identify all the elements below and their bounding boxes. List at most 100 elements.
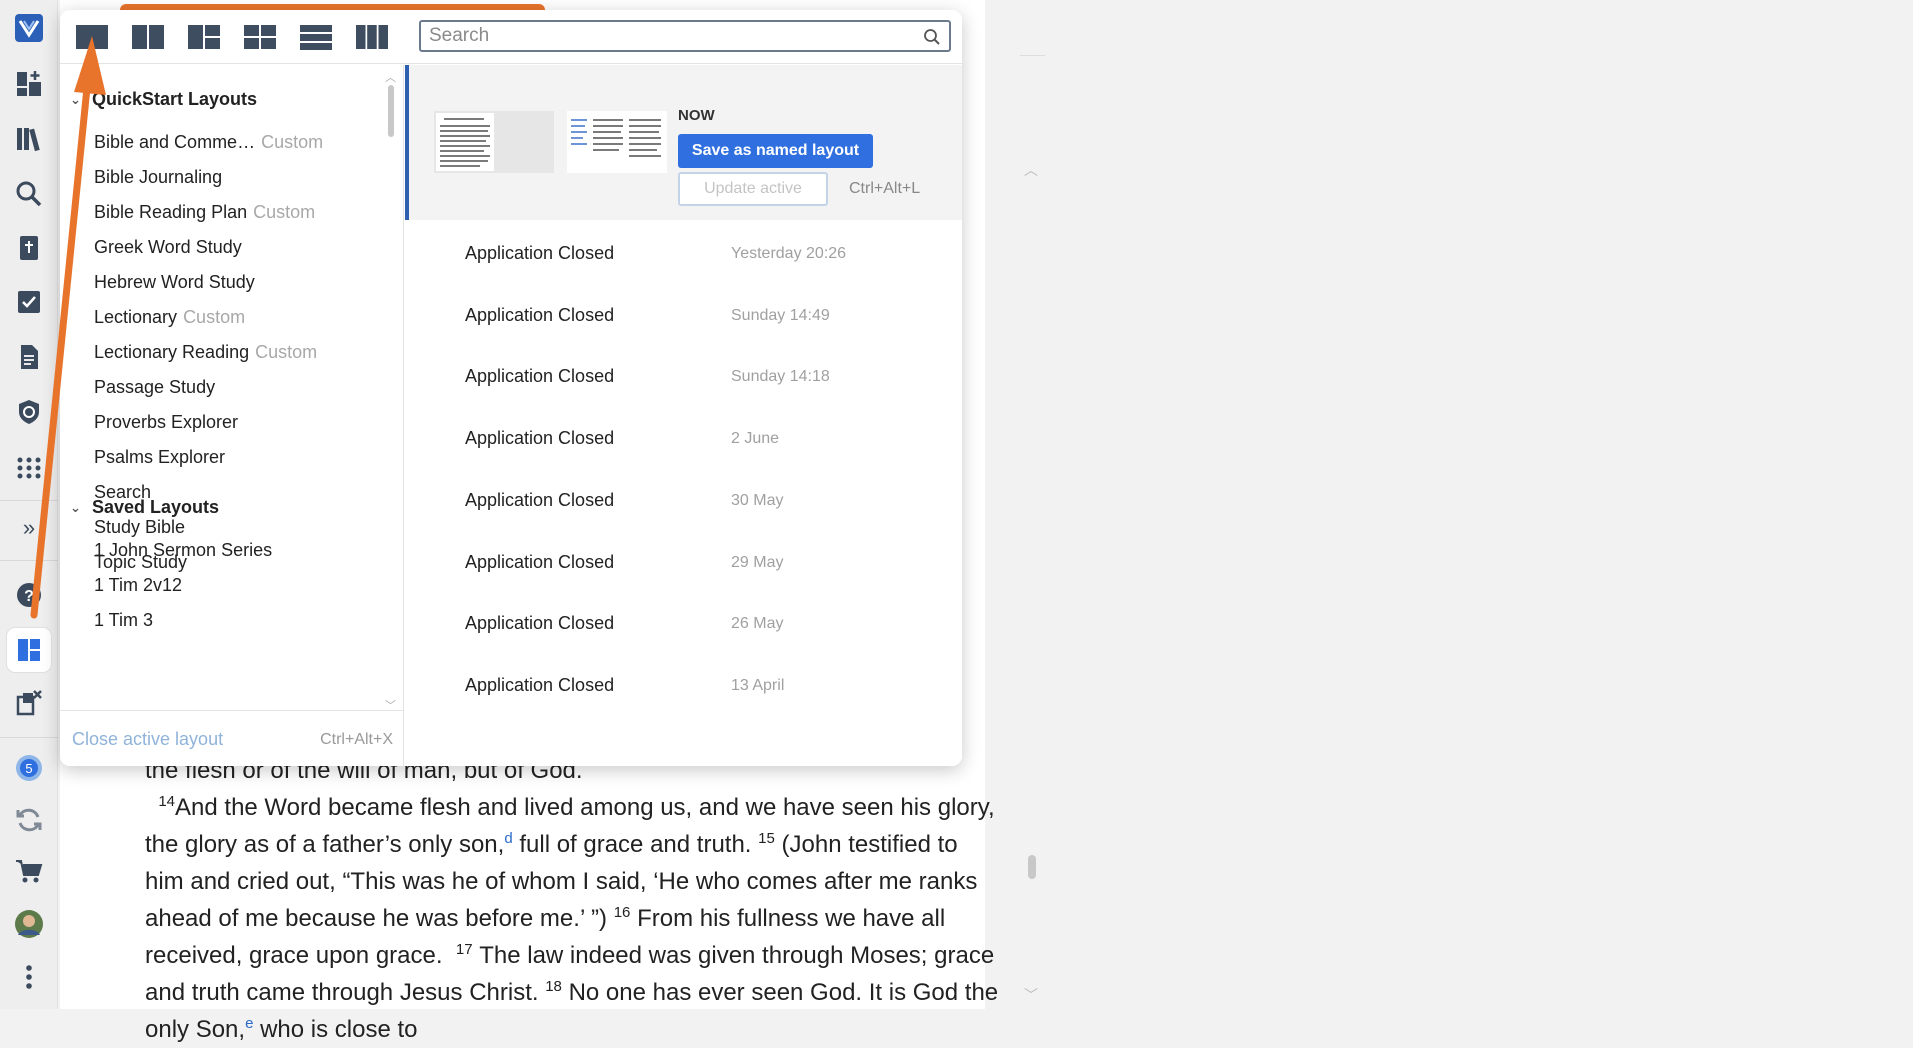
custom-tag: Custom (183, 307, 246, 327)
footnote-marker[interactable]: e (245, 1015, 253, 1032)
checklist-icon[interactable] (9, 282, 49, 322)
three-column-layout-icon[interactable] (353, 22, 391, 52)
layout-item[interactable]: Proverbs Explorer (94, 412, 238, 433)
history-row[interactable]: Application Closed Sunday 14:18 (405, 351, 962, 401)
four-panel-layout-icon[interactable] (241, 22, 279, 52)
cart-icon[interactable] (9, 851, 49, 891)
close-windows-icon[interactable] (9, 683, 49, 723)
history-time: Sunday 14:18 (731, 368, 830, 386)
three-panel-layout-icon[interactable] (185, 22, 223, 52)
svg-text:?: ? (24, 588, 34, 605)
update-shortcut: Ctrl+Alt+L (849, 180, 921, 197)
history-row[interactable]: Application Closed 13 April (405, 660, 962, 710)
verse-number: 18 (545, 978, 562, 995)
chevron-down-icon: ⌄ (70, 91, 81, 107)
layout-item[interactable]: Psalms Explorer (94, 447, 225, 468)
layout-item[interactable]: Bible Journaling (94, 167, 222, 188)
history-time: 29 May (731, 553, 784, 571)
search-input[interactable] (429, 25, 909, 47)
layout-item[interactable]: Greek Word Study (94, 237, 242, 258)
now-layout-row: NOW Save as named layout Update active C… (405, 65, 962, 220)
quickstart-group-header[interactable]: ⌄ QuickStart Layouts (70, 89, 257, 110)
layout-search (419, 20, 951, 52)
chevron-down-icon: ⌄ (70, 499, 81, 515)
custom-tag: Custom (253, 202, 316, 222)
single-panel-layout-icon[interactable] (73, 22, 111, 52)
layout-item[interactable]: Passage Study (94, 377, 215, 398)
layout-thumbnail (567, 111, 667, 173)
badge-icon[interactable]: 5 (9, 748, 49, 788)
group-title: Saved Layouts (92, 497, 220, 517)
footnote-marker[interactable]: d (504, 830, 512, 847)
scroll-down-icon[interactable]: ﹀ (385, 697, 396, 710)
history-time: 26 May (731, 615, 784, 633)
layout-thumbnail (434, 111, 554, 173)
expand-sidebar-icon[interactable]: » (9, 508, 49, 548)
update-active-button[interactable]: Update active (678, 172, 828, 206)
history-row[interactable]: Application Closed 29 May (405, 537, 962, 587)
scroll-up-icon[interactable]: ︿ (1024, 160, 1038, 180)
appbar-divider (0, 560, 58, 561)
history-time: 30 May (731, 491, 784, 509)
saved-group-header[interactable]: ⌄ Saved Layouts (70, 497, 219, 518)
appbar-divider (0, 500, 58, 501)
document-icon[interactable] (9, 337, 49, 377)
layout-item-label: Lectionary (94, 307, 178, 327)
logos-logo-icon[interactable] (9, 8, 49, 48)
saved-layout-item[interactable]: 1 Tim 2v12 (94, 575, 182, 596)
layout-list-footer: Close active layout Ctrl+Alt+X (60, 710, 404, 766)
library-icon[interactable] (9, 119, 49, 159)
saved-layout-item[interactable]: 1 John Sermon Series (94, 540, 272, 561)
history-row[interactable]: Application Closed 30 May (405, 475, 962, 525)
layout-item[interactable]: Bible Reading Plan Custom (94, 202, 315, 223)
document-scrollbar[interactable] (1028, 855, 1036, 879)
history-name: Application Closed (465, 613, 615, 634)
layout-toolbar (60, 10, 962, 64)
layout-item[interactable]: Bible and Comme… Custom (94, 132, 323, 153)
layout-item[interactable]: Hebrew Word Study (94, 272, 255, 293)
bible-icon[interactable] (9, 228, 49, 268)
layout-list-scrollbar[interactable] (388, 85, 394, 137)
appbar-divider (0, 737, 58, 738)
search-icon[interactable] (9, 174, 49, 214)
avatar[interactable] (9, 904, 49, 944)
history-name: Application Closed (465, 366, 615, 387)
history-row[interactable]: Application Closed 26 May (405, 598, 962, 648)
app-sidebar: » ? 5 (0, 0, 58, 1009)
layout-item-label: Bible Journaling (94, 167, 223, 187)
history-name: Application Closed (465, 551, 615, 572)
verse-number: 15 (758, 830, 775, 847)
history-row[interactable]: Application Closed Sunday 14:49 (405, 290, 962, 340)
apps-grid-icon[interactable] (9, 447, 49, 487)
search-icon[interactable] (923, 28, 941, 46)
layout-item[interactable]: Lectionary Reading Custom (94, 342, 317, 363)
history-name: Application Closed (465, 243, 615, 263)
history-time: Sunday 14:49 (731, 306, 830, 324)
saved-layout-item[interactable]: 1 Tim 3 (94, 610, 153, 631)
close-layout-shortcut: Ctrl+Alt+X (320, 731, 393, 748)
verse-number: 16 (613, 904, 631, 921)
verse-text: full of grace and truth. (512, 831, 759, 858)
custom-tag: Custom (261, 132, 324, 152)
rows-layout-icon[interactable] (297, 22, 335, 52)
dashboard-add-icon[interactable] (9, 64, 49, 104)
layout-list: ︿ ⌄ QuickStart Layouts Bible and Comme… C… (60, 65, 404, 710)
sync-icon[interactable] (9, 800, 49, 840)
layout-item-label: Greek Word Study (94, 237, 242, 257)
shield-icon[interactable] (9, 392, 49, 432)
layout-item[interactable]: Lectionary Custom (94, 307, 245, 328)
help-icon[interactable]: ? (9, 575, 49, 615)
history-row[interactable]: Application Closed 2 June (405, 413, 962, 463)
layout-item[interactable]: Study Bible (94, 517, 185, 538)
now-label: NOW (678, 107, 715, 124)
history-row[interactable]: Application Closed Yesterday 20:26 (405, 228, 962, 278)
scroll-down-icon[interactable]: ﹀ (1024, 985, 1038, 1005)
close-active-layout-link[interactable]: Close active layout (72, 729, 223, 750)
two-column-layout-icon[interactable] (129, 22, 167, 52)
layouts-icon[interactable] (7, 628, 51, 672)
more-icon[interactable] (9, 957, 49, 997)
save-as-named-layout-button[interactable]: Save as named layout (678, 134, 873, 168)
verse-text: who is close to (253, 1016, 418, 1043)
layout-item-label: Hebrew Word Study (94, 272, 255, 292)
scroll-up-icon[interactable]: ︿ (385, 69, 396, 85)
